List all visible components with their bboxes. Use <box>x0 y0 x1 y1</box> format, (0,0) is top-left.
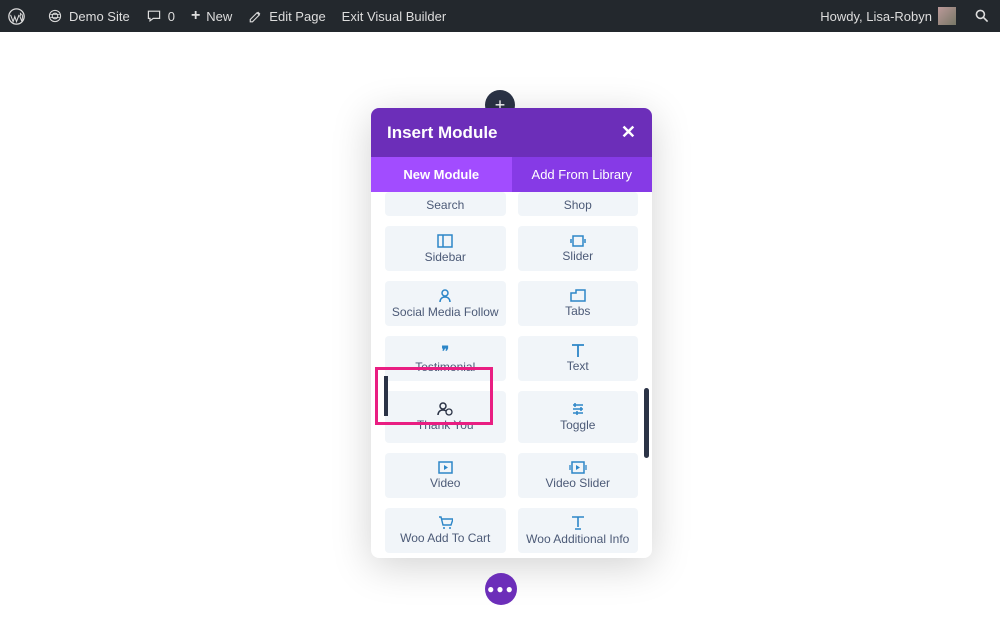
module-label: Sidebar <box>425 250 466 264</box>
scrollbar-thumb[interactable] <box>644 388 649 458</box>
sidebar-icon <box>437 234 453 248</box>
tabs-icon <box>570 289 586 302</box>
builder-options-fab[interactable]: ●●● <box>485 573 517 605</box>
home-icon <box>47 8 63 24</box>
comments-link[interactable]: 0 <box>138 0 183 32</box>
module-label: Testimonial <box>415 360 475 374</box>
exit-vb-label: Exit Visual Builder <box>342 9 447 24</box>
howdy-account[interactable]: Howdy, Lisa-Robyn <box>812 0 964 32</box>
person-icon <box>438 289 452 303</box>
close-icon: ✕ <box>621 122 636 142</box>
ellipsis-icon: ●●● <box>487 582 515 596</box>
comments-count: 0 <box>168 9 175 24</box>
video-icon <box>438 461 453 474</box>
plus-icon: + <box>191 8 200 24</box>
module-video-slider[interactable]: Video Slider <box>518 453 639 498</box>
modal-title: Insert Module <box>387 123 498 143</box>
site-name-label: Demo Site <box>69 9 130 24</box>
module-label: Social Media Follow <box>392 305 499 319</box>
module-label: Video <box>430 476 460 490</box>
module-shop[interactable]: Shop <box>518 192 639 216</box>
module-woo-add-to-cart[interactable]: Woo Add To Cart <box>385 508 506 553</box>
edit-page-label: Edit Page <box>269 9 325 24</box>
module-tabs[interactable]: Tabs <box>518 281 639 326</box>
pencil-icon <box>248 9 263 24</box>
avatar <box>938 7 956 25</box>
slider-icon <box>569 235 587 247</box>
video-slider-icon <box>569 461 587 474</box>
module-label: Shop <box>564 198 592 212</box>
module-video[interactable]: Video <box>385 453 506 498</box>
search-icon <box>974 8 990 24</box>
tab-new-module[interactable]: New Module <box>371 157 512 192</box>
text-icon <box>571 344 585 357</box>
wordpress-icon <box>8 8 25 25</box>
module-text[interactable]: Text <box>518 336 639 381</box>
module-testimonial[interactable]: ❞ Testimonial <box>385 336 506 381</box>
module-label: Text <box>567 359 589 373</box>
wp-bar-right: Howdy, Lisa-Robyn <box>812 0 1000 32</box>
modal-header: Insert Module ✕ <box>371 108 652 157</box>
module-label: Woo Additional Info <box>526 532 629 546</box>
module-sidebar[interactable]: Sidebar <box>385 226 506 271</box>
search-toggle[interactable] <box>964 0 1000 32</box>
comment-icon <box>146 8 162 24</box>
modal-tabs: New Module Add From Library <box>371 157 652 192</box>
new-link[interactable]: + New <box>183 0 240 32</box>
cart-icon <box>438 516 453 529</box>
person-check-icon <box>437 402 453 416</box>
module-label: Tabs <box>565 304 590 318</box>
wp-logo[interactable] <box>0 0 39 32</box>
quote-icon: ❞ <box>441 344 449 358</box>
tab-add-from-library[interactable]: Add From Library <box>512 157 653 192</box>
new-label: New <box>206 9 232 24</box>
module-toggle[interactable]: Toggle <box>518 391 639 443</box>
modal-close-button[interactable]: ✕ <box>621 122 636 143</box>
module-slider[interactable]: Slider <box>518 226 639 271</box>
module-label: Search <box>426 198 464 212</box>
insert-module-modal: Insert Module ✕ New Module Add From Libr… <box>371 108 652 558</box>
howdy-label: Howdy, Lisa-Robyn <box>820 9 932 24</box>
info-icon <box>571 516 585 530</box>
module-label: Toggle <box>560 418 595 432</box>
module-label: Thank You <box>417 418 474 432</box>
edit-page-link[interactable]: Edit Page <box>240 0 333 32</box>
wp-admin-bar: Demo Site 0 + New Edit Page Exit Visual … <box>0 0 1000 32</box>
toggle-icon <box>571 402 585 416</box>
site-name[interactable]: Demo Site <box>39 0 138 32</box>
module-woo-additional-info[interactable]: Woo Additional Info <box>518 508 639 553</box>
module-list: Search Shop Sidebar Slider Social Media … <box>371 192 652 558</box>
module-thank-you[interactable]: Thank You <box>385 391 506 443</box>
module-search[interactable]: Search <box>385 192 506 216</box>
module-label: Video Slider <box>546 476 611 490</box>
module-social-media-follow[interactable]: Social Media Follow <box>385 281 506 326</box>
module-label: Slider <box>562 249 593 263</box>
module-grid: Search Shop Sidebar Slider Social Media … <box>385 192 638 558</box>
exit-visual-builder[interactable]: Exit Visual Builder <box>334 0 455 32</box>
wp-bar-left: Demo Site 0 + New Edit Page Exit Visual … <box>0 0 454 32</box>
module-label: Woo Add To Cart <box>400 531 490 545</box>
